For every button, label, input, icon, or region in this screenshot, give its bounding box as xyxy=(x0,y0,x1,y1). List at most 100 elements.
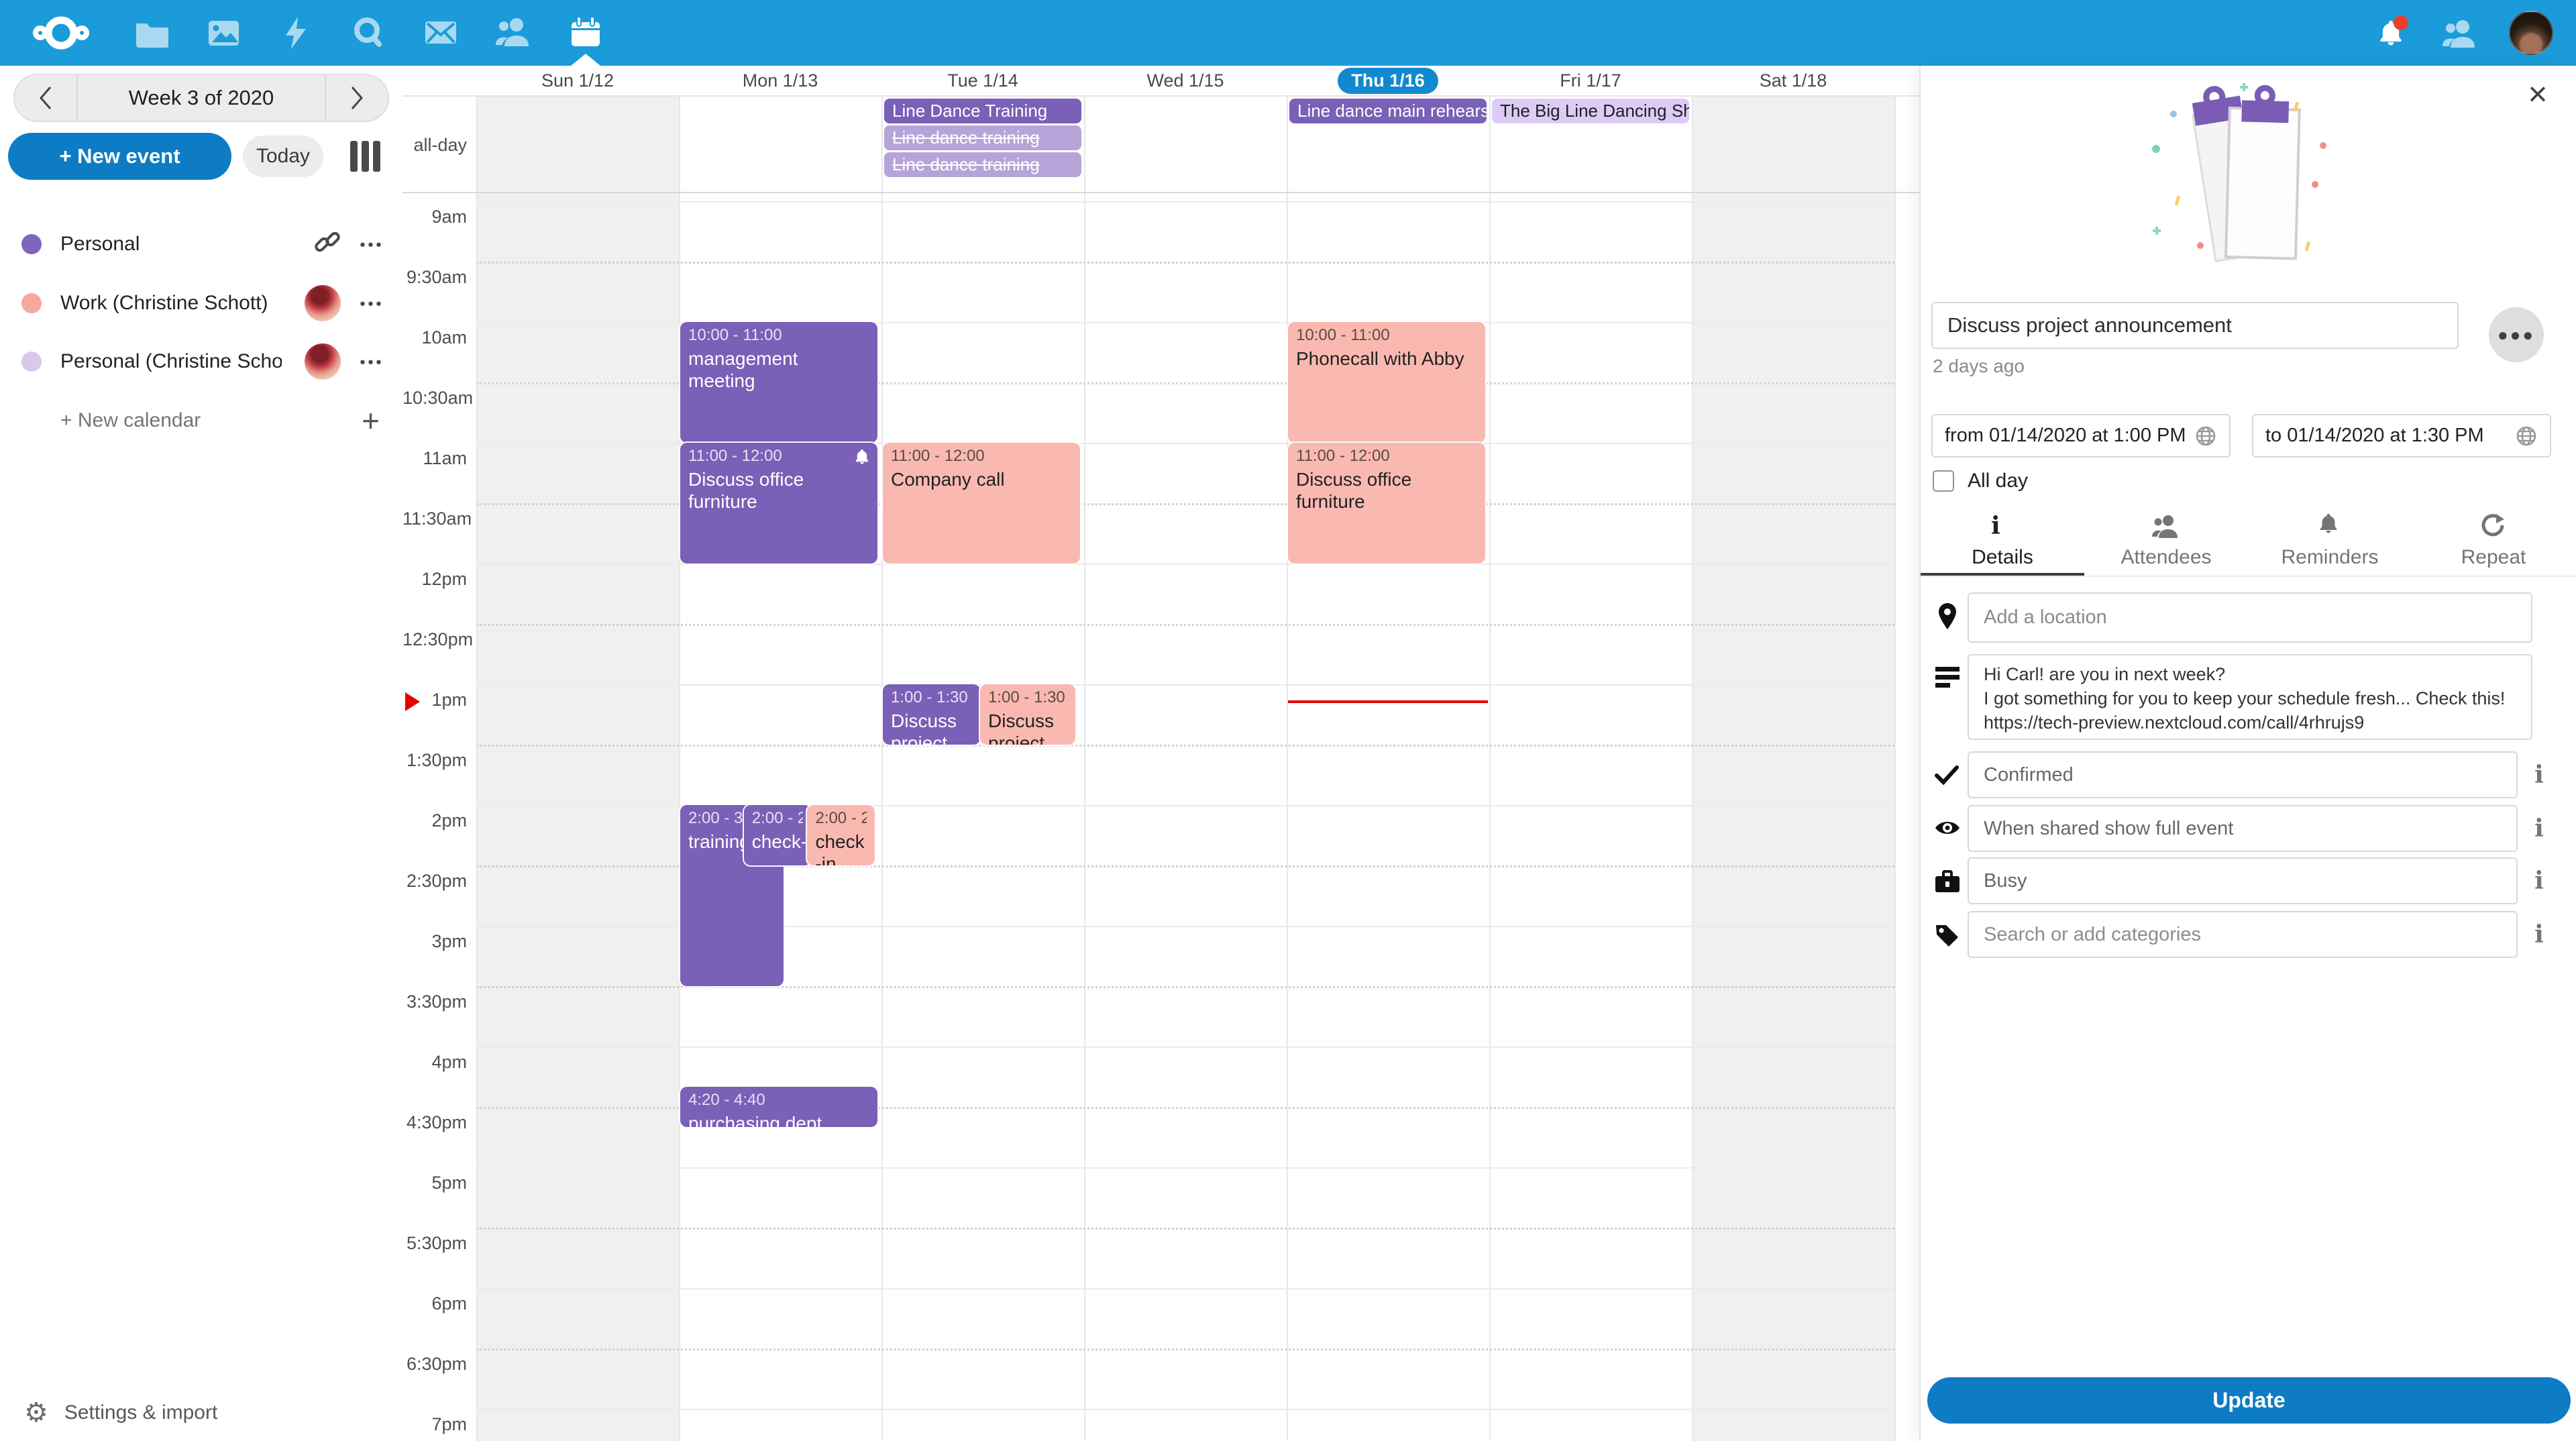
notification-badge xyxy=(2394,15,2408,30)
event-time: 10:00 - 11:00 xyxy=(1296,326,1477,345)
all-day-event[interactable]: Line Dance Training xyxy=(884,99,1081,123)
description-textarea[interactable]: Hi Carl! are you in next week? I got som… xyxy=(1968,654,2532,740)
info-icon[interactable]: i xyxy=(2524,761,2554,789)
new-calendar-button[interactable]: + New calendar + xyxy=(0,403,402,438)
calendar-event[interactable]: 10:00 - 11:00management meeting xyxy=(680,322,877,443)
calendar-list-item[interactable]: Work (Christine Schott)●●● xyxy=(0,286,402,321)
grid-line xyxy=(476,986,1894,988)
contacts-icon[interactable] xyxy=(494,14,532,52)
time-label: 4:30pm xyxy=(402,1112,467,1133)
day-label: Sun 1/12 xyxy=(541,70,614,91)
day-header-sat[interactable]: Sat 1/18 xyxy=(1692,66,1894,95)
app-navigation xyxy=(132,14,604,52)
info-icon[interactable]: i xyxy=(2524,920,2554,949)
calendar-event[interactable]: 1:00 - 1:30Discuss project announcement xyxy=(883,684,980,745)
files-icon[interactable] xyxy=(132,14,170,52)
event-title: Discuss office furniture xyxy=(1296,468,1477,513)
close-icon[interactable]: × xyxy=(2519,75,2557,113)
event-time: 1:00 - 1:30 xyxy=(891,688,972,707)
all-day-event[interactable]: The Big Line Dancing Show xyxy=(1492,99,1689,123)
info-icon[interactable]: i xyxy=(2524,814,2554,843)
day-header-wed[interactable]: Wed 1/15 xyxy=(1084,66,1287,95)
time-label: 2:30pm xyxy=(402,871,467,892)
tab-repeat[interactable]: Repeat xyxy=(2412,503,2575,577)
user-avatar[interactable] xyxy=(2509,11,2553,55)
photos-icon[interactable] xyxy=(205,14,242,52)
tab-details[interactable]: iDetails xyxy=(1921,503,2084,577)
all-day-event[interactable]: Line dance training xyxy=(884,125,1081,150)
calendar-event[interactable]: 2:00 - 2:30check-in xyxy=(744,805,812,865)
calendar-list-item[interactable]: Personal (Christine Scho...●●● xyxy=(0,344,402,379)
info-icon[interactable]: i xyxy=(2524,867,2554,895)
field-briefcase[interactable]: Busy xyxy=(1968,857,2518,904)
timezone-globe-icon[interactable] xyxy=(2194,425,2217,447)
event-title-input[interactable] xyxy=(1931,302,2459,349)
location-input[interactable] xyxy=(1968,592,2532,643)
calendar-menu-icon[interactable]: ●●● xyxy=(360,298,384,309)
calendar-event[interactable]: 10:00 - 11:00Phonecall with Abby xyxy=(1288,322,1485,443)
calendar-event[interactable]: 11:00 - 12:00Discuss office furniture xyxy=(1288,443,1485,564)
checkbox-box[interactable] xyxy=(1933,470,1954,492)
event-time: 2:00 - 2:30 xyxy=(815,809,867,828)
calendar-event[interactable]: 11:00 - 12:00Discuss office furniture xyxy=(680,443,877,564)
calendar-menu-icon[interactable]: ●●● xyxy=(360,356,384,368)
event-time: 1:00 - 1:30 xyxy=(988,688,1067,707)
share-link-icon[interactable] xyxy=(314,229,341,260)
contacts-menu-icon[interactable] xyxy=(2440,14,2478,52)
all-day-event[interactable]: Line dance training xyxy=(884,152,1081,177)
activity-icon[interactable] xyxy=(277,14,315,52)
event-title: Discuss project xyxy=(988,710,1067,745)
next-week-button[interactable] xyxy=(325,75,388,121)
time-label: 1:30pm xyxy=(402,750,467,771)
all-day-checkbox[interactable]: All day xyxy=(1933,470,2028,492)
talk-icon[interactable] xyxy=(350,14,387,52)
grid-line xyxy=(476,684,1894,686)
calendar-event[interactable]: 4:20 - 4:40purchasing dept xyxy=(680,1087,877,1127)
plus-icon[interactable]: + xyxy=(362,403,380,439)
day-header-thu[interactable]: Thu 1/16 xyxy=(1287,66,1489,95)
day-header-fri[interactable]: Fri 1/17 xyxy=(1489,66,1692,95)
all-day-event-title: Line dance training xyxy=(892,127,1040,148)
tab-reminders[interactable]: Reminders xyxy=(2248,503,2412,577)
event-time: 10:00 - 11:00 xyxy=(688,326,869,345)
tab-attendees[interactable]: Attendees xyxy=(2084,503,2248,577)
update-button[interactable]: Update xyxy=(1927,1377,2571,1424)
settings-label: Settings & import xyxy=(64,1401,217,1424)
notifications-bell-icon[interactable] xyxy=(2372,14,2410,52)
timezone-globe-icon[interactable] xyxy=(2515,425,2538,447)
field-check[interactable]: Confirmed xyxy=(1968,751,2518,798)
day-header-mon[interactable]: Mon 1/13 xyxy=(679,66,881,95)
location-pin-icon xyxy=(1933,602,1962,631)
time-grid[interactable]: 9am9:30am10am10:30am11am11:30am12pm12:30… xyxy=(402,193,1919,1441)
day-header-tue[interactable]: Tue 1/14 xyxy=(881,66,1084,95)
calendar-color-dot xyxy=(21,234,42,254)
today-button[interactable]: Today xyxy=(243,136,323,177)
day-label: Wed 1/15 xyxy=(1146,70,1224,91)
calendar-list-item[interactable]: Personal●●● xyxy=(0,227,402,262)
view-toggle-icon[interactable] xyxy=(350,141,382,172)
start-datetime-field[interactable]: from 01/14/2020 at 1:00 PM xyxy=(1931,414,2231,458)
more-actions-button[interactable]: ●●● xyxy=(2489,307,2544,362)
tab-label: Attendees xyxy=(2121,546,2211,569)
field-eye[interactable]: When shared show full event xyxy=(1968,805,2518,852)
field-tag[interactable]: Search or add categories xyxy=(1968,911,2518,958)
calendar-event[interactable]: 2:00 - 2:30check-in xyxy=(807,805,875,865)
shared-by-avatar xyxy=(305,343,341,380)
mail-icon[interactable] xyxy=(422,14,460,52)
new-event-button[interactable]: + New event xyxy=(8,133,231,180)
calendar-menu-icon[interactable]: ●●● xyxy=(360,239,384,250)
nextcloud-logo[interactable] xyxy=(33,13,89,53)
settings-and-import[interactable]: ⚙ Settings & import xyxy=(0,1395,402,1430)
new-calendar-label: + New calendar xyxy=(60,409,201,432)
week-label[interactable]: Week 3 of 2020 xyxy=(78,75,325,121)
all-day-label: all-day xyxy=(402,135,467,156)
calendar-event[interactable]: 11:00 - 12:00Company call xyxy=(883,443,1080,564)
day-label: Fri 1/17 xyxy=(1560,70,1621,91)
previous-week-button[interactable] xyxy=(15,75,78,121)
end-datetime-field[interactable]: to 01/14/2020 at 1:30 PM xyxy=(2252,414,2551,458)
day-header-sun[interactable]: Sun 1/12 xyxy=(476,66,679,95)
time-label: 3pm xyxy=(402,931,467,952)
calendar-event[interactable]: 1:00 - 1:30 Discuss project xyxy=(980,684,1075,745)
all-day-event[interactable]: Line dance main rehearsal xyxy=(1289,99,1487,123)
calendar-icon[interactable] xyxy=(567,14,604,52)
